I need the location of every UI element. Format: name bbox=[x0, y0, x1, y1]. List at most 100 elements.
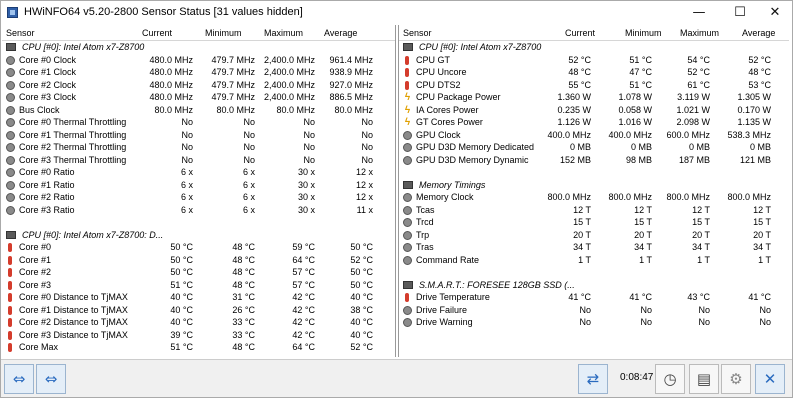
header-current[interactable]: Current bbox=[565, 28, 595, 38]
average-value: 15 T bbox=[753, 217, 771, 227]
header-average[interactable]: Average bbox=[324, 28, 357, 38]
minimum-value: 41 °C bbox=[629, 292, 652, 302]
current-value: No bbox=[181, 129, 193, 140]
sensor-row[interactable]: Core #2 Thermal Throttling No No No No bbox=[2, 141, 395, 154]
sensor-pane-left[interactable]: Sensor Current Minimum Maximum Average C… bbox=[2, 25, 396, 357]
sensor-row[interactable]: Core #0 Ratio 6 x 6 x 30 x 12 x bbox=[2, 166, 395, 179]
sensor-row[interactable]: Bus Clock 80.0 MHz 80.0 MHz 80.0 MHz 80.0 MH… bbox=[2, 104, 395, 117]
sensor-name: Core #2 Ratio bbox=[19, 192, 75, 202]
maximum-value: 600.0 MHz bbox=[666, 129, 710, 140]
close-button[interactable]: ✕ bbox=[758, 1, 792, 24]
current-value: No bbox=[181, 117, 193, 127]
sensor-name: GT Cores Power bbox=[416, 117, 483, 127]
maximize-button[interactable]: ☐ bbox=[723, 1, 757, 24]
header-current[interactable]: Current bbox=[142, 28, 172, 38]
sensor-group-header[interactable]: Memory Timings bbox=[399, 179, 789, 192]
sensor-row[interactable]: Memory Clock 800.0 MHz 800.0 MHz 800.0 MHz 8… bbox=[399, 191, 789, 204]
sensor-row[interactable]: Core #2 Ratio 6 x 6 x 30 x 12 x bbox=[2, 191, 395, 204]
sensor-row[interactable]: Trcd 15 T 15 T 15 T 15 T bbox=[399, 216, 789, 229]
sensor-row[interactable]: Core #0 Thermal Throttling No No No No bbox=[2, 116, 395, 129]
logging-button[interactable]: ▤ bbox=[689, 364, 719, 394]
sensor-row[interactable]: Core Max 51 °C 48 °C 64 °C 52 °C bbox=[2, 341, 395, 354]
sensor-row[interactable]: ϟ IA Cores Power 0.235 W 0.058 W 1.021 W 0.17… bbox=[399, 104, 789, 117]
average-value: 48 °C bbox=[748, 67, 771, 77]
reset-clock-button[interactable]: ◷ bbox=[655, 364, 685, 394]
sensor-row[interactable]: Core #1 Clock 480.0 MHz 479.7 MHz 2,400.0 M… bbox=[2, 66, 395, 79]
thermometer-icon bbox=[405, 68, 409, 77]
sensor-row[interactable]: ϟ CPU Package Power 1.360 W 1.078 W 3.119 W 1… bbox=[399, 91, 789, 104]
collapse-left-button[interactable]: ⇔ bbox=[4, 364, 34, 394]
minimum-value: 0 MB bbox=[630, 142, 652, 152]
sensor-row[interactable]: Drive Temperature 41 °C 41 °C 43 °C 41 °C bbox=[399, 291, 789, 304]
current-value: 40 °C bbox=[170, 317, 193, 327]
close-sensors-button[interactable]: ✕ bbox=[755, 364, 785, 394]
sensor-name: Memory Clock bbox=[416, 192, 474, 202]
sensor-group-header[interactable]: S.M.A.R.T.: FORESEE 128GB SSD (... bbox=[399, 279, 789, 292]
sensor-group-header[interactable]: CPU [#0]: Intel Atom x7-Z8700: D... bbox=[2, 229, 395, 242]
sensor-name: Command Rate bbox=[416, 254, 480, 265]
sensor-row[interactable]: Core #3 51 °C 48 °C 57 °C 50 °C bbox=[2, 279, 395, 292]
sensor-row[interactable]: Trp 20 T 20 T 20 T 20 T bbox=[399, 229, 789, 242]
sensor-row[interactable]: Drive Failure No No No No bbox=[399, 304, 789, 317]
sensor-row[interactable]: Core #2 Distance to TjMAX 40 °C 33 °C 42 °C… bbox=[2, 316, 395, 329]
sensor-row[interactable]: Command Rate 1 T 1 T 1 T 1 T bbox=[399, 254, 789, 267]
sensor-name: Core #2 bbox=[19, 267, 52, 277]
sensor-row[interactable]: Core #0 50 °C 48 °C 59 °C 50 °C bbox=[2, 241, 395, 254]
average-value: 52 °C bbox=[350, 254, 373, 265]
minimum-value: 6 x bbox=[242, 167, 255, 177]
header-sensor[interactable]: Sensor bbox=[6, 28, 35, 38]
maximum-value: 2,400.0 MHz bbox=[263, 92, 315, 102]
sensor-row[interactable]: Core #0 Distance to TjMAX 40 °C 31 °C 42 °C… bbox=[2, 291, 395, 304]
sensor-row[interactable]: CPU Uncore 48 °C 47 °C 52 °C 48 °C bbox=[399, 66, 789, 79]
current-value: 6 x bbox=[180, 204, 193, 215]
sensor-row[interactable]: GPU Clock 400.0 MHz 400.0 MHz 600.0 MHz 538.… bbox=[399, 129, 789, 142]
average-value: 40 °C bbox=[350, 317, 373, 327]
minimize-button[interactable]: — bbox=[682, 1, 716, 24]
sensor-row[interactable]: ϟ GT Cores Power 1.126 W 1.016 W 2.098 W 1.13… bbox=[399, 116, 789, 129]
close-icon: ✕ bbox=[763, 370, 777, 388]
maximum-value: 42 °C bbox=[292, 304, 315, 315]
average-value: 1.135 W bbox=[737, 117, 771, 127]
current-value: 480.0 MHz bbox=[149, 67, 193, 77]
sensor-row[interactable]: Tras 34 T 34 T 34 T 34 T bbox=[399, 241, 789, 254]
minimum-value: No bbox=[243, 117, 255, 127]
sensor-row[interactable]: Core #3 Distance to TjMAX 39 °C 33 °C 42 °C… bbox=[2, 329, 395, 342]
sensor-row[interactable]: Core #3 Ratio 6 x 6 x 30 x 11 x bbox=[2, 204, 395, 217]
header-maximum[interactable]: Maximum bbox=[264, 28, 303, 38]
collapse-right-button[interactable]: ⇔ bbox=[36, 364, 66, 394]
header-average[interactable]: Average bbox=[742, 28, 775, 38]
minimum-value: 6 x bbox=[242, 204, 255, 215]
network-button[interactable]: ⇄ bbox=[578, 364, 608, 394]
sensor-row[interactable]: GPU D3D Memory Dedicated 0 MB 0 MB 0 MB 0 MB bbox=[399, 141, 789, 154]
sensor-row[interactable]: Drive Warning No No No No bbox=[399, 316, 789, 329]
sensor-row[interactable]: Core #1 Thermal Throttling No No No No bbox=[2, 129, 395, 142]
sensor-dot-icon bbox=[6, 105, 15, 115]
header-maximum[interactable]: Maximum bbox=[680, 28, 719, 38]
maximum-value: 30 x bbox=[297, 192, 315, 202]
settings-button[interactable]: ⚙ bbox=[721, 364, 751, 394]
average-value: 886.5 MHz bbox=[329, 92, 373, 102]
sensor-group-header[interactable]: CPU [#0]: Intel Atom x7-Z8700 bbox=[399, 41, 789, 54]
minimum-value: 20 T bbox=[634, 229, 652, 240]
sensor-row[interactable]: Core #1 50 °C 48 °C 64 °C 52 °C bbox=[2, 254, 395, 267]
header-sensor[interactable]: Sensor bbox=[403, 28, 432, 38]
minimum-value: 98 MB bbox=[625, 154, 652, 165]
sensor-group-header[interactable]: CPU [#0]: Intel Atom x7-Z8700 bbox=[2, 41, 395, 54]
sensor-row[interactable]: Core #2 50 °C 48 °C 57 °C 50 °C bbox=[2, 266, 395, 279]
sensor-row[interactable]: Core #3 Clock 480.0 MHz 479.7 MHz 2,400.0 M… bbox=[2, 91, 395, 104]
sensor-name: Core #1 Distance to TjMAX bbox=[19, 304, 128, 315]
header-minimum[interactable]: Minimum bbox=[205, 28, 242, 38]
header-minimum[interactable]: Minimum bbox=[625, 28, 662, 38]
sensor-row[interactable]: CPU DTS2 55 °C 51 °C 61 °C 53 °C bbox=[399, 79, 789, 92]
sensor-row[interactable]: Core #1 Ratio 6 x 6 x 30 x 12 x bbox=[2, 179, 395, 192]
sensor-dot-icon bbox=[6, 180, 15, 190]
sensor-pane-right[interactable]: Sensor Current Minimum Maximum Average C… bbox=[398, 25, 789, 357]
sensor-row[interactable]: Core #0 Clock 480.0 MHz 479.7 MHz 2,400.0 M… bbox=[2, 54, 395, 67]
sensor-row[interactable]: CPU GT 52 °C 51 °C 54 °C 52 °C bbox=[399, 54, 789, 67]
sensor-row[interactable]: Core #2 Clock 480.0 MHz 479.7 MHz 2,400.0 M… bbox=[2, 79, 395, 92]
sensor-row[interactable]: Core #3 Thermal Throttling No No No No bbox=[2, 154, 395, 167]
sensor-row[interactable]: Tcas 12 T 12 T 12 T 12 T bbox=[399, 204, 789, 217]
sensor-row[interactable]: Core #1 Distance to TjMAX 40 °C 26 °C 42 °C… bbox=[2, 304, 395, 317]
sensor-row[interactable]: GPU D3D Memory Dynamic 152 MB 98 MB 187 MB 1… bbox=[399, 154, 789, 167]
maximum-value: 42 °C bbox=[292, 292, 315, 302]
